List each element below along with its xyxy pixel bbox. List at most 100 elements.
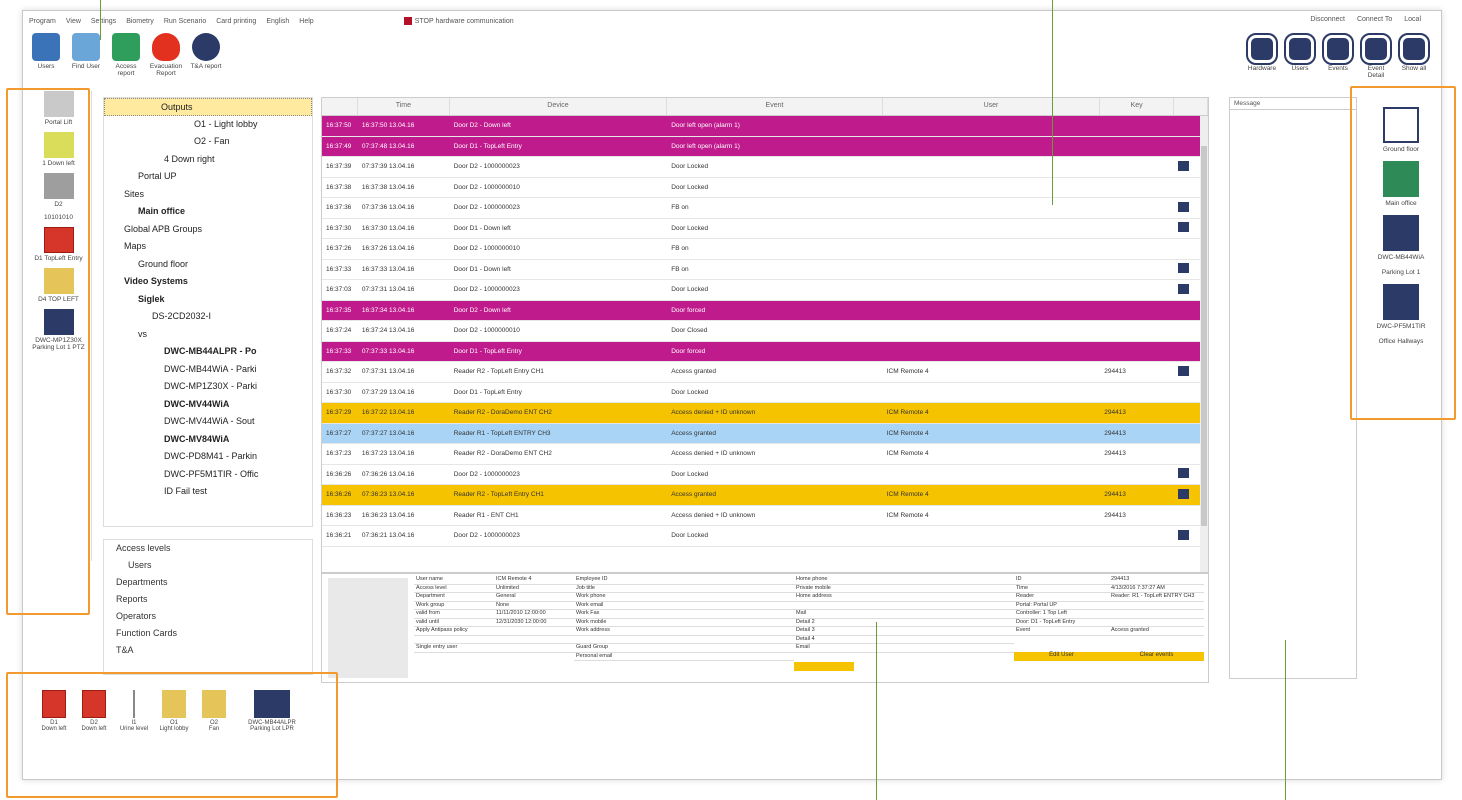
menu-help[interactable]: Help bbox=[299, 18, 313, 25]
tree-node[interactable]: 4 Down right bbox=[104, 151, 312, 169]
ta-report-button[interactable]: T&A report bbox=[189, 33, 223, 77]
hardware-view-button[interactable]: Hardware bbox=[1245, 33, 1279, 79]
event-row[interactable]: 16:37:23 16:37:23 13.04.16 Reader R2 - Dor… bbox=[322, 444, 1208, 465]
camera-icon[interactable] bbox=[1178, 160, 1190, 171]
tree-node[interactable]: DWC-MV84WiA bbox=[104, 431, 312, 449]
tree-node[interactable]: DWC-MV44WiA - Sout bbox=[104, 413, 312, 431]
tree-node[interactable]: Main office bbox=[104, 203, 312, 221]
event-row[interactable]: 16:37:32 07:37:31 13.04.16 Reader R2 - Top… bbox=[322, 362, 1208, 383]
col-time[interactable]: Time bbox=[358, 98, 450, 115]
event-row[interactable]: 16:37:33 07:37:33 13.04.16 Door D1 - TopLe… bbox=[322, 341, 1208, 362]
event-row[interactable]: 16:37:35 16:37:34 13.04.16 Door D2 - Down … bbox=[322, 300, 1208, 321]
event-row[interactable]: 16:37:30 07:37:29 13.04.16 Door D1 - TopLe… bbox=[322, 383, 1208, 403]
tree-node[interactable]: vs bbox=[104, 326, 312, 344]
event-detail-button[interactable]: Event Detail bbox=[1359, 33, 1393, 79]
event-row[interactable]: 16:36:23 16:36:23 13.04.16 Reader R1 - ENT… bbox=[322, 506, 1208, 526]
menu-view[interactable]: View bbox=[66, 18, 81, 25]
event-type-cell: FB on bbox=[671, 265, 689, 273]
event-row[interactable]: 16:37:39 07:37:39 13.04.16 Door D2 - 10000… bbox=[322, 157, 1208, 178]
event-row[interactable]: 16:37:03 07:37:31 13.04.16 Door D2 - 10000… bbox=[322, 280, 1208, 301]
tree-node[interactable]: DWC-MB44WiA - Parki bbox=[104, 361, 312, 379]
event-user-cell: ICM Remote 4 bbox=[886, 511, 929, 519]
tree-node[interactable]: DWC-MP1Z30X - Parki bbox=[104, 378, 312, 396]
tree2-node[interactable]: T&A bbox=[104, 642, 312, 659]
event-row[interactable]: 16:37:33 16:37:33 13.04.16 Door D1 - Down … bbox=[322, 260, 1208, 280]
connect-to-button[interactable]: Connect To bbox=[1357, 16, 1392, 23]
col-event[interactable]: Event bbox=[667, 98, 883, 115]
col-sort[interactable] bbox=[322, 98, 358, 115]
navigation-bar[interactable] bbox=[794, 662, 854, 671]
camera-icon[interactable] bbox=[1178, 222, 1190, 233]
event-row[interactable]: 16:36:26 07:36:23 13.04.16 Reader R2 - Top… bbox=[322, 485, 1208, 506]
event-row[interactable]: 16:37:26 16:37:26 13.04.16 Door D2 - 10000… bbox=[322, 239, 1208, 260]
disconnect-button[interactable]: Disconnect bbox=[1310, 16, 1345, 23]
event-row[interactable]: 16:37:29 16:37:22 13.04.16 Reader R2 - Dor… bbox=[322, 403, 1208, 424]
local-button[interactable]: Local bbox=[1404, 16, 1421, 23]
menu-program[interactable]: Program bbox=[29, 18, 56, 25]
tree-node[interactable]: O2 - Fan bbox=[104, 133, 312, 151]
tree2-node[interactable]: Function Cards bbox=[104, 625, 312, 642]
tree-node[interactable]: O1 - Light lobby bbox=[104, 116, 312, 134]
tree-node[interactable]: Maps bbox=[104, 238, 312, 256]
tree-node[interactable]: DS-2CD2032-I bbox=[104, 308, 312, 326]
tree-node[interactable]: Ground floor bbox=[104, 256, 312, 274]
detail-line: Home address bbox=[794, 593, 1014, 602]
menu-settings[interactable]: Settings bbox=[91, 18, 116, 25]
events-view-button[interactable]: Events bbox=[1321, 33, 1355, 79]
event-row[interactable]: 16:37:30 16:37:30 13.04.16 Door D1 - Down … bbox=[322, 219, 1208, 239]
find-user-button[interactable]: Find User bbox=[69, 33, 103, 77]
tree-node[interactable]: DWC-PD8M41 - Parkin bbox=[104, 448, 312, 466]
event-row[interactable]: 16:37:38 16:37:38 13.04.16 Door D2 - 10000… bbox=[322, 178, 1208, 198]
tree2-node[interactable]: Departments bbox=[104, 574, 312, 591]
tree-node[interactable]: Sites bbox=[104, 186, 312, 204]
col-device[interactable]: Device bbox=[450, 98, 668, 115]
tree-node[interactable]: Portal UP bbox=[104, 168, 312, 186]
camera-icon[interactable] bbox=[1178, 365, 1190, 376]
tree-node[interactable]: Siglek bbox=[104, 291, 312, 309]
tree-node[interactable]: Outputs bbox=[104, 98, 312, 116]
tree-node[interactable]: Video Systems bbox=[104, 273, 312, 291]
access-report-button[interactable]: Access report bbox=[109, 33, 143, 77]
users-button[interactable]: Users bbox=[29, 33, 63, 77]
event-type-cell: Access denied + ID unknown bbox=[671, 511, 756, 519]
camera-icon[interactable] bbox=[1178, 468, 1190, 479]
event-row[interactable]: 16:37:27 07:37:27 13.04.16 Reader R1 - Top… bbox=[322, 423, 1208, 444]
camera-icon[interactable] bbox=[1178, 201, 1190, 212]
tree-node[interactable]: DWC-PF5M1TIR - Offic bbox=[104, 466, 312, 484]
event-row[interactable]: 16:37:50 16:37:50 13.04.16 Door D2 - Down … bbox=[322, 116, 1208, 137]
detail-label: Work mobile bbox=[576, 618, 607, 625]
event-type-cell: Door Locked bbox=[671, 532, 709, 540]
menu-language[interactable]: English bbox=[266, 18, 289, 25]
show-all-button[interactable]: Show all bbox=[1397, 33, 1431, 79]
tree2-node[interactable]: Reports bbox=[104, 591, 312, 608]
menu-biometry[interactable]: Biometry bbox=[126, 18, 154, 25]
menu-card-printing[interactable]: Card printing bbox=[216, 18, 256, 25]
col-user[interactable]: User bbox=[883, 98, 1101, 115]
camera-icon[interactable] bbox=[1178, 529, 1190, 540]
tree-node[interactable]: Global APB Groups bbox=[104, 221, 312, 239]
edit-user-button[interactable]: Edit User bbox=[1014, 652, 1109, 661]
grid-scrollbar[interactable] bbox=[1200, 116, 1208, 572]
tree2-node[interactable]: Access levels bbox=[104, 540, 312, 557]
camera-icon[interactable] bbox=[1178, 488, 1190, 499]
tree2-node[interactable]: Users bbox=[104, 557, 312, 574]
tree2-node[interactable]: Operators bbox=[104, 608, 312, 625]
stop-hardware-button[interactable]: STOP hardware communication bbox=[403, 17, 514, 25]
event-row[interactable]: 16:37:49 07:37:48 13.04.16 Door D1 - TopLe… bbox=[322, 136, 1208, 157]
event-row[interactable]: 16:37:24 16:37:24 13.04.16 Door D2 - 10000… bbox=[322, 321, 1208, 342]
menu-run-scenario[interactable]: Run Scenario bbox=[164, 18, 206, 25]
evacuation-report-button[interactable]: Evacuation Report bbox=[149, 33, 183, 77]
event-row[interactable]: 16:36:26 07:36:26 13.04.16 Door D2 - 10000… bbox=[322, 465, 1208, 485]
scroll-thumb[interactable] bbox=[1201, 146, 1207, 526]
tree-node[interactable]: DWC-MB44ALPR - Po bbox=[104, 343, 312, 361]
users-view-button[interactable]: Users bbox=[1283, 33, 1317, 79]
camera-icon[interactable] bbox=[1178, 263, 1190, 274]
event-row[interactable]: 16:37:36 07:37:36 13.04.16 Door D2 - 10000… bbox=[322, 198, 1208, 219]
clear-events-button[interactable]: Clear events bbox=[1109, 652, 1204, 661]
col-key[interactable]: Key bbox=[1100, 98, 1175, 115]
event-row[interactable]: 16:36:21 07:36:21 13.04.16 Door D2 - 10000… bbox=[322, 526, 1208, 547]
tree-node[interactable]: ID Fail test bbox=[104, 483, 312, 501]
tree-node[interactable]: DWC-MV44WiA bbox=[104, 396, 312, 414]
col-camera[interactable] bbox=[1174, 98, 1208, 115]
camera-icon[interactable] bbox=[1178, 283, 1190, 294]
